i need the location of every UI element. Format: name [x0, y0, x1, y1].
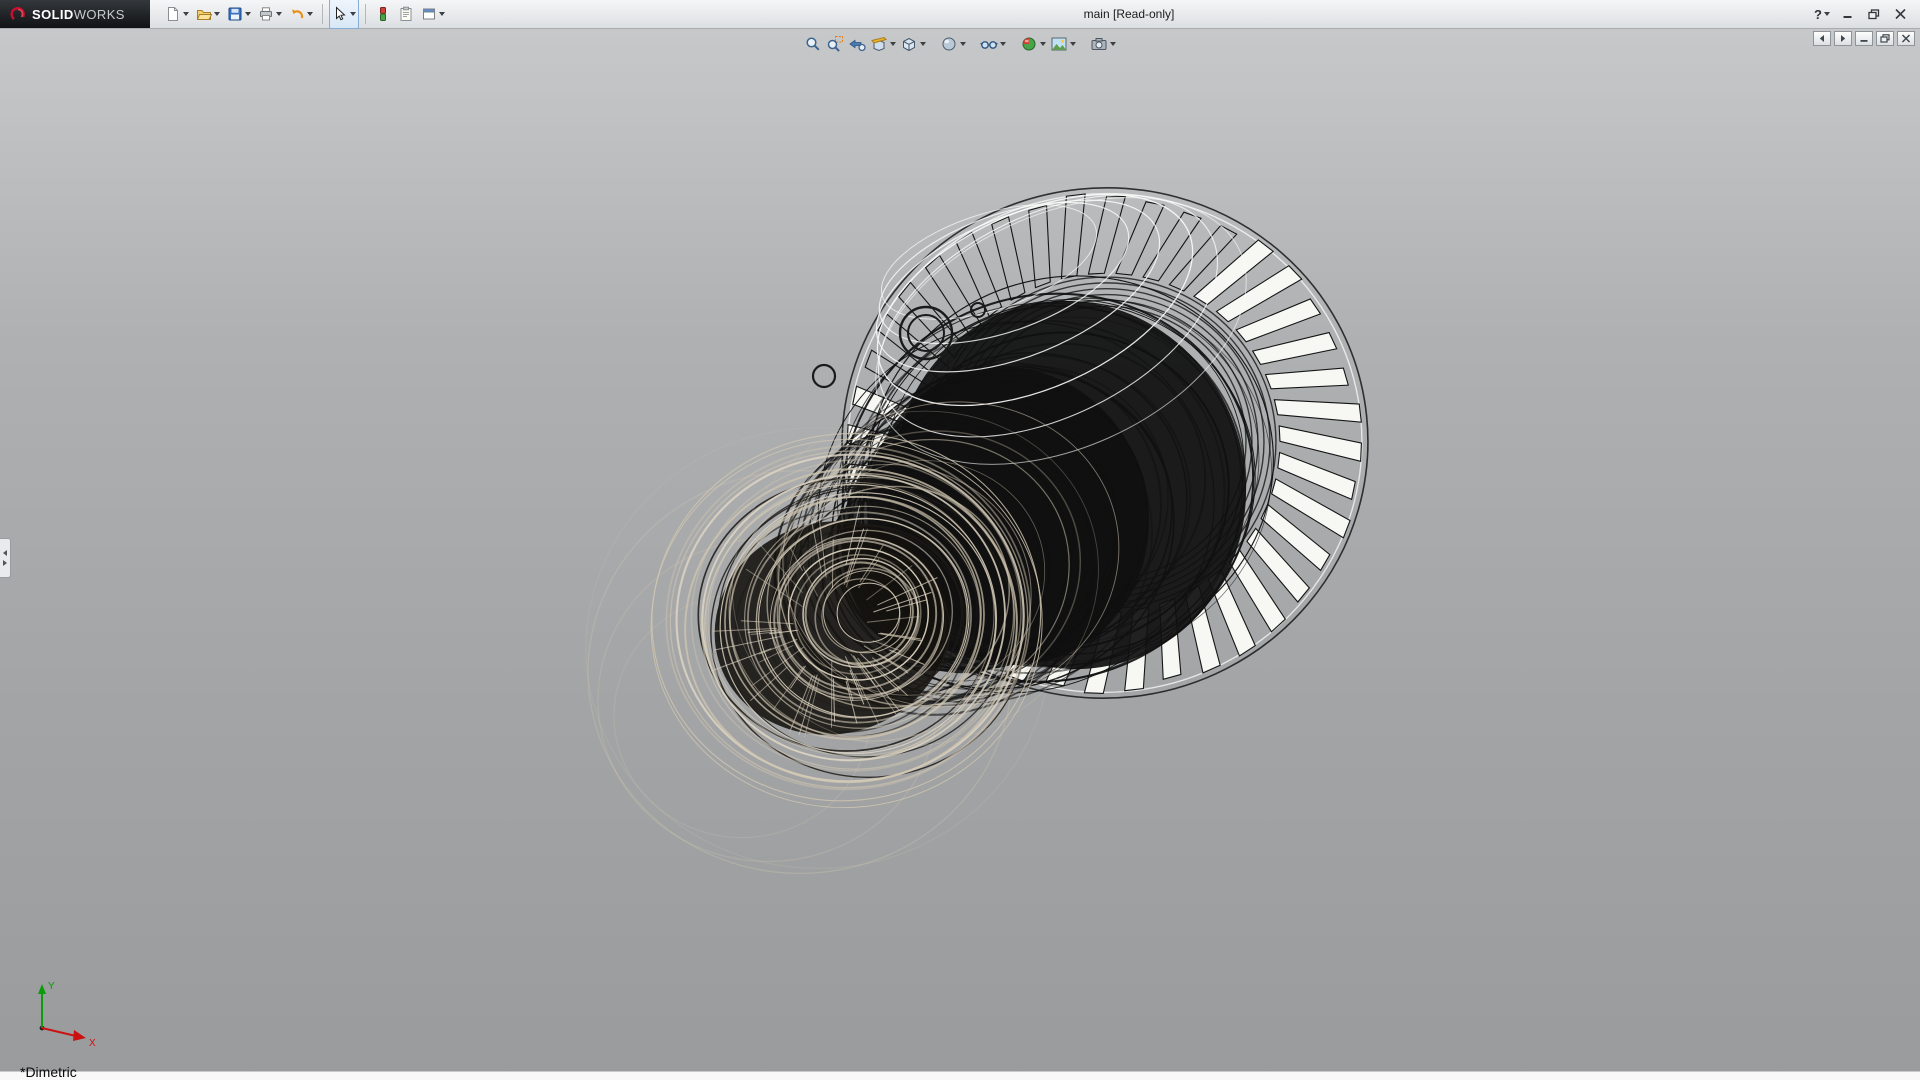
zoom-to-area-icon — [826, 35, 844, 53]
heads-up-toolbar — [803, 32, 1117, 56]
standard-toolbar — [150, 0, 448, 29]
zoom-to-fit-icon — [804, 35, 822, 53]
solidworks-window: SOLIDWORKS — [0, 0, 1920, 1080]
selection-filter-button[interactable] — [372, 0, 394, 29]
dropdown-caret-icon[interactable] — [920, 42, 926, 46]
open-folder-icon — [196, 6, 212, 22]
headsup-group-settings — [1089, 32, 1117, 56]
brand-light: WORKS — [74, 7, 125, 22]
apply-scene-icon — [1050, 35, 1068, 53]
status-bar — [0, 1071, 1920, 1080]
save-button[interactable] — [224, 0, 254, 29]
graphics-viewport[interactable] — [0, 29, 1920, 1080]
file-properties-icon — [398, 6, 414, 22]
document-close-button[interactable] — [1897, 31, 1915, 46]
dropdown-caret-icon[interactable] — [214, 12, 220, 16]
dropdown-caret-icon[interactable] — [1824, 12, 1830, 16]
toolbar-separator — [365, 4, 366, 24]
orientation-triad: Y X — [16, 978, 112, 1052]
help-button[interactable]: ? — [1810, 4, 1834, 24]
document-minimize-icon — [1859, 34, 1869, 43]
options-button[interactable] — [418, 0, 448, 29]
dropdown-caret-icon[interactable] — [439, 12, 445, 16]
section-view-icon — [870, 35, 888, 53]
toolbar-separator — [322, 4, 323, 24]
select-cursor-icon — [332, 6, 348, 22]
display-style-button[interactable] — [939, 32, 967, 56]
zoom-to-fit-button[interactable] — [803, 32, 823, 56]
headsup-group-display — [939, 32, 967, 56]
previous-document-icon — [1817, 34, 1827, 43]
section-view-button[interactable] — [869, 32, 897, 56]
next-document-button[interactable] — [1834, 31, 1852, 46]
save-floppy-icon — [227, 6, 243, 22]
close-icon — [1895, 9, 1906, 19]
view-settings-icon — [1090, 35, 1108, 53]
restore-icon — [1868, 9, 1880, 20]
dropdown-caret-icon[interactable] — [1070, 42, 1076, 46]
close-button[interactable] — [1888, 4, 1912, 24]
document-restore-button[interactable] — [1876, 31, 1894, 46]
solidworks-logo: SOLIDWORKS — [0, 0, 150, 28]
help-icon: ? — [1814, 7, 1822, 22]
triad-y-label: Y — [48, 981, 55, 992]
headsup-group-appearance — [1019, 32, 1077, 56]
zoom-to-area-button[interactable] — [825, 32, 845, 56]
titlebar: SOLIDWORKS — [0, 0, 1920, 29]
hide-show-items-button[interactable] — [979, 32, 1007, 56]
view-settings-button[interactable] — [1089, 32, 1117, 56]
dropdown-caret-icon[interactable] — [1040, 42, 1046, 46]
select-button[interactable] — [329, 0, 359, 29]
undo-icon — [289, 6, 305, 22]
print-button[interactable] — [255, 0, 285, 29]
view-orientation-button[interactable] — [899, 32, 927, 56]
print-icon — [258, 6, 274, 22]
dassault-logo-icon — [9, 5, 27, 23]
headsup-group-visibility — [979, 32, 1007, 56]
display-style-icon — [940, 35, 958, 53]
previous-document-button[interactable] — [1813, 31, 1831, 46]
document-window-controls — [1813, 31, 1915, 46]
previous-view-button[interactable] — [847, 32, 867, 56]
document-title: main [Read-only] — [448, 7, 1810, 21]
dropdown-caret-icon[interactable] — [1000, 42, 1006, 46]
panel-collapse-tab[interactable] — [0, 538, 11, 578]
brand-text: SOLIDWORKS — [32, 7, 125, 22]
window-controls: ? — [1810, 4, 1920, 24]
document-restore-icon — [1880, 34, 1890, 43]
new-document-button[interactable] — [162, 0, 192, 29]
minimize-icon — [1842, 9, 1854, 19]
minimize-button[interactable] — [1836, 4, 1860, 24]
dropdown-caret-icon[interactable] — [276, 12, 282, 16]
dropdown-caret-icon[interactable] — [350, 12, 356, 16]
document-close-icon — [1901, 34, 1911, 43]
new-document-icon — [165, 6, 181, 22]
dropdown-caret-icon[interactable] — [307, 12, 313, 16]
undo-button[interactable] — [286, 0, 316, 29]
dropdown-caret-icon[interactable] — [960, 42, 966, 46]
view-orientation-icon — [900, 35, 918, 53]
edit-appearance-button[interactable] — [1019, 32, 1047, 56]
dropdown-caret-icon[interactable] — [245, 12, 251, 16]
dropdown-caret-icon[interactable] — [1110, 42, 1116, 46]
view-orientation-label: *Dimetric — [20, 1065, 77, 1080]
previous-view-icon — [848, 35, 866, 53]
hide-show-items-icon — [980, 35, 998, 53]
apply-scene-button[interactable] — [1049, 32, 1077, 56]
headsup-group-zoom — [803, 32, 927, 56]
collapse-left-icon — [3, 550, 7, 556]
document-minimize-button[interactable] — [1855, 31, 1873, 46]
triad-x-label: X — [89, 1038, 96, 1049]
expand-right-icon — [3, 560, 7, 566]
options-icon — [421, 6, 437, 22]
dropdown-caret-icon[interactable] — [183, 12, 189, 16]
next-document-icon — [1838, 34, 1848, 43]
file-properties-button[interactable] — [395, 0, 417, 29]
restore-button[interactable] — [1862, 4, 1886, 24]
edit-appearance-icon — [1020, 35, 1038, 53]
brand-bold: SOLID — [32, 7, 74, 22]
dropdown-caret-icon[interactable] — [890, 42, 896, 46]
selection-filter-icon — [375, 6, 391, 22]
open-button[interactable] — [193, 0, 223, 29]
